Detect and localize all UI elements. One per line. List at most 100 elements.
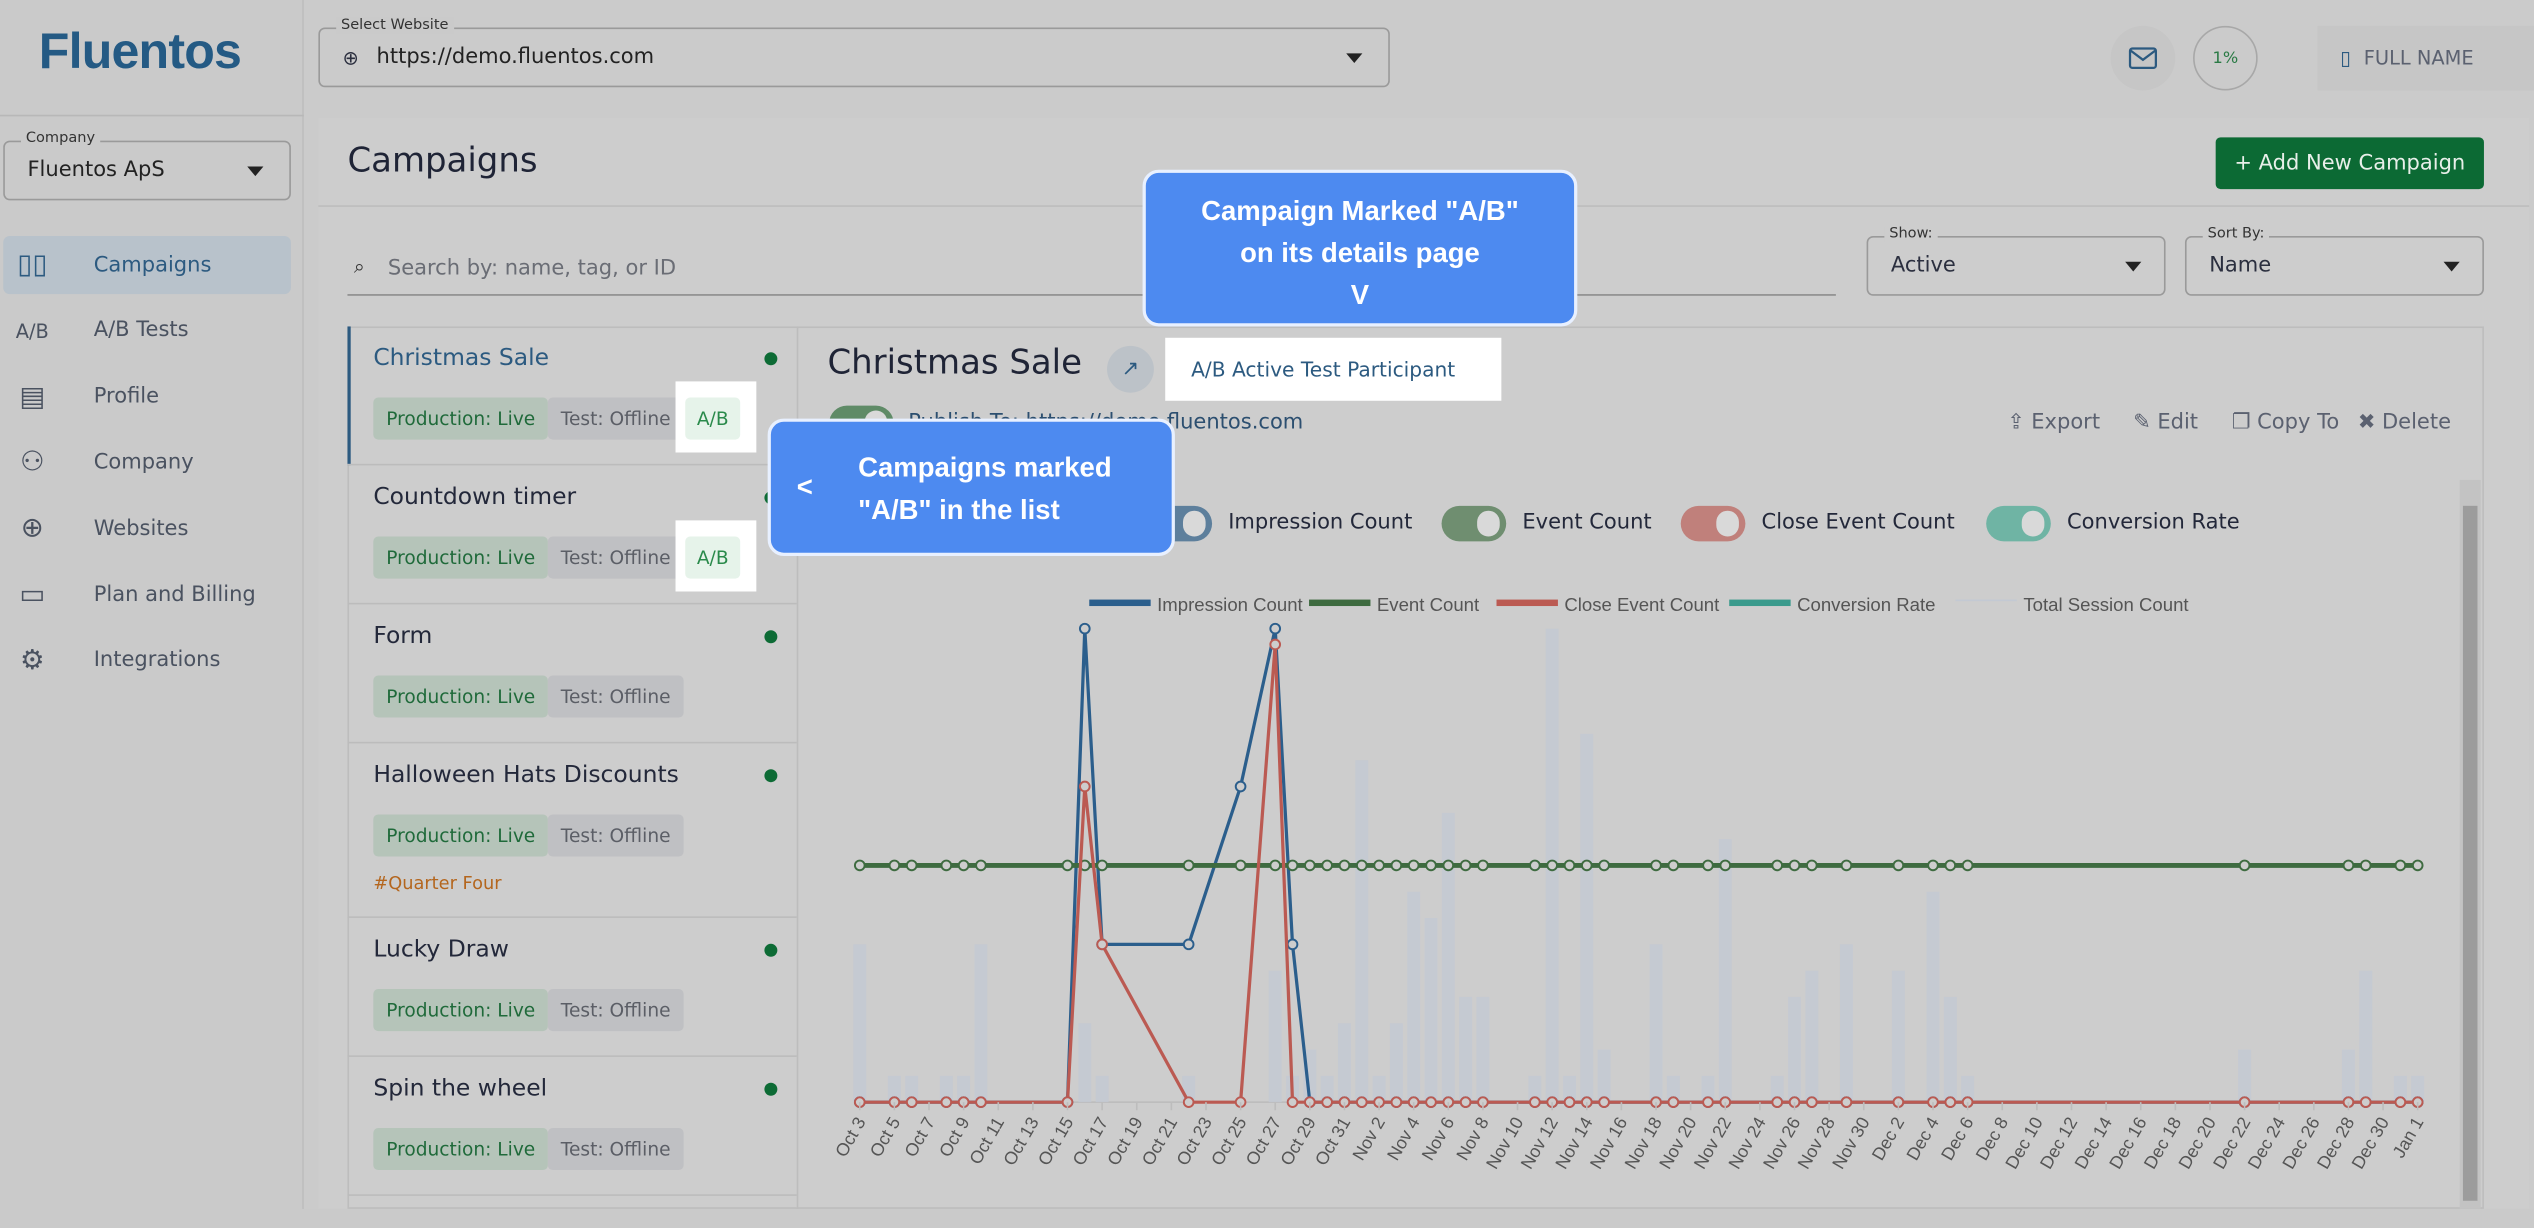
session-bar (2359, 970, 2373, 1103)
data-point (1788, 859, 1801, 872)
show-value: Active (1890, 253, 1956, 278)
mail-button[interactable] (2110, 25, 2176, 91)
campaign-list-item[interactable]: Halloween Hats Discounts Production: Liv… (347, 743, 797, 918)
sidebar-item-integrations[interactable]: ⚙ Integrations (3, 632, 291, 690)
progress-indicator[interactable]: 1% (2193, 25, 2258, 91)
x-tick-label: Oct 3 (831, 1113, 870, 1160)
session-bar (974, 944, 988, 1103)
sort-select[interactable]: Sort By: Name (2184, 226, 2484, 296)
data-point (2342, 859, 2355, 872)
company-label: Company (21, 130, 100, 148)
ab-badge: A/B (685, 397, 741, 440)
data-point (1096, 938, 1108, 951)
data-point (1667, 1096, 1680, 1108)
delete-button[interactable]: ✖ Delete (2358, 410, 2451, 434)
sidebar-item-label: Plan and Billing (93, 582, 256, 607)
data-point (888, 859, 901, 872)
globe-icon: ⊕ (342, 46, 359, 70)
production-badge: Production: Live (373, 397, 549, 440)
scrollbar-thumb[interactable] (2462, 505, 2478, 1201)
data-point (1269, 622, 1282, 635)
sidebar-item-company[interactable]: ⚇ Company (3, 434, 291, 492)
x-tick-label: Dec 4 (1902, 1113, 1943, 1163)
add-new-campaign-button[interactable]: + Add New Campaign (2215, 137, 2484, 190)
test-badge: Test: Offline (547, 536, 684, 579)
session-bar (1943, 996, 1957, 1103)
website-label: Select Website (336, 17, 454, 34)
data-point (1390, 1096, 1403, 1108)
session-bar (1718, 839, 1732, 1103)
scrollbar[interactable] (2459, 479, 2481, 1209)
campaigns-icon: ▯▯ (17, 248, 48, 282)
data-point (1806, 859, 1818, 872)
edit-icon: ✎ (2133, 410, 2151, 435)
data-point (2394, 859, 2407, 872)
data-point (1442, 859, 1455, 872)
chart: Oct 3Oct 5Oct 7Oct 9Oct 11Oct 13Oct 15Oc… (831, 594, 2428, 1172)
search-input[interactable]: ⌕ Search by: name, tag, or ID (347, 242, 1836, 296)
user-menu[interactable]: ▯ FULL NAME (2317, 25, 2534, 91)
data-point (1182, 1096, 1195, 1108)
callout-line: "A/B" in the list (858, 494, 1060, 526)
callout-arrow-down: V (1350, 279, 1370, 311)
test-badge: Test: Offline (547, 814, 684, 857)
status-dot (764, 630, 778, 644)
campaign-name: Spin the wheel (373, 1076, 548, 1103)
session-bar (1095, 1075, 1109, 1103)
copy-to-button[interactable]: ❐ Copy To (2232, 410, 2339, 434)
data-point (1269, 638, 1282, 651)
logo[interactable]: Fluentos (39, 23, 242, 81)
campaign-list-item[interactable]: Lucky Draw Production: Live Test: Offlin… (347, 918, 797, 1057)
sidebar-item-label: Profile (93, 384, 160, 410)
data-point (1373, 859, 1385, 872)
data-point (1719, 859, 1732, 872)
copy-to-icon: ❐ (2231, 410, 2251, 435)
campaign-list-item[interactable]: Spin the wheel Production: Live Test: Of… (347, 1057, 797, 1196)
data-point (1563, 1096, 1576, 1108)
data-point (1702, 1096, 1714, 1108)
data-point (1407, 859, 1420, 872)
session-bar (1078, 1023, 1092, 1103)
data-point (1546, 859, 1558, 872)
campaign-tag[interactable]: #Quarter Four (373, 873, 501, 894)
sidebar-item-profile[interactable]: ▤ Profile (3, 368, 291, 426)
sidebar-item-campaigns[interactable]: ▯▯ Campaigns (3, 235, 291, 295)
mail-icon (2128, 47, 2158, 70)
edit-button[interactable]: ✎ Edit (2133, 410, 2198, 434)
company-select[interactable]: Company Fluentos ApS (3, 130, 291, 201)
x-tick-label: Dec 6 (1937, 1113, 1978, 1163)
data-point (975, 1096, 987, 1108)
action-label: Edit (2157, 410, 2199, 435)
delete-icon: ✖ (2357, 410, 2376, 435)
campaign-list-item[interactable]: Form Production: Live Test: Offline (347, 604, 797, 744)
sidebar-item-plan-and-billing[interactable]: ▭ Plan and Billing (3, 566, 291, 624)
session-bar (1476, 996, 1490, 1103)
data-point (2359, 1096, 2372, 1108)
sidebar-item-websites[interactable]: ⊕ Websites (3, 500, 291, 558)
ab-participant-label: A/B Active Test Participant (1191, 357, 1456, 382)
campaign-list-item[interactable] (347, 1196, 796, 1228)
show-select[interactable]: Show: Active (1866, 226, 2166, 296)
data-point (1234, 780, 1247, 793)
legend-label: Impression Count (1157, 594, 1303, 615)
sidebar-item-a-b-tests[interactable]: A/B A/B Tests (3, 302, 291, 360)
data-point (2394, 1096, 2407, 1108)
data-point (1771, 1096, 1784, 1108)
session-bar (1805, 970, 1819, 1103)
status-dot (764, 769, 778, 783)
data-point (1338, 859, 1351, 872)
trend-icon[interactable]: ↗ (1107, 345, 1154, 393)
campaign-name: Lucky Draw (373, 937, 509, 964)
production-badge: Production: Live (373, 814, 549, 857)
export-button[interactable]: ⇪ Export (2007, 410, 2100, 434)
data-point (1286, 859, 1299, 872)
campaign-list-item[interactable]: Countdown timer Production: Live Test: O… (347, 465, 797, 605)
campaign-list-item[interactable]: Christmas Sale Production: Live Test: Of… (347, 326, 797, 466)
divider (0, 114, 304, 117)
legend-label: Total Session Count (2023, 594, 2189, 615)
sidebar: Fluentos Company Fluentos ApS ▯▯ Campaig… (0, 0, 304, 1209)
data-point (1944, 1096, 1957, 1108)
website-select[interactable]: Select Website ⊕ https://demo.fluentos.c… (318, 17, 1390, 88)
session-bar (2238, 1049, 2252, 1103)
session-bar (1389, 1023, 1403, 1103)
